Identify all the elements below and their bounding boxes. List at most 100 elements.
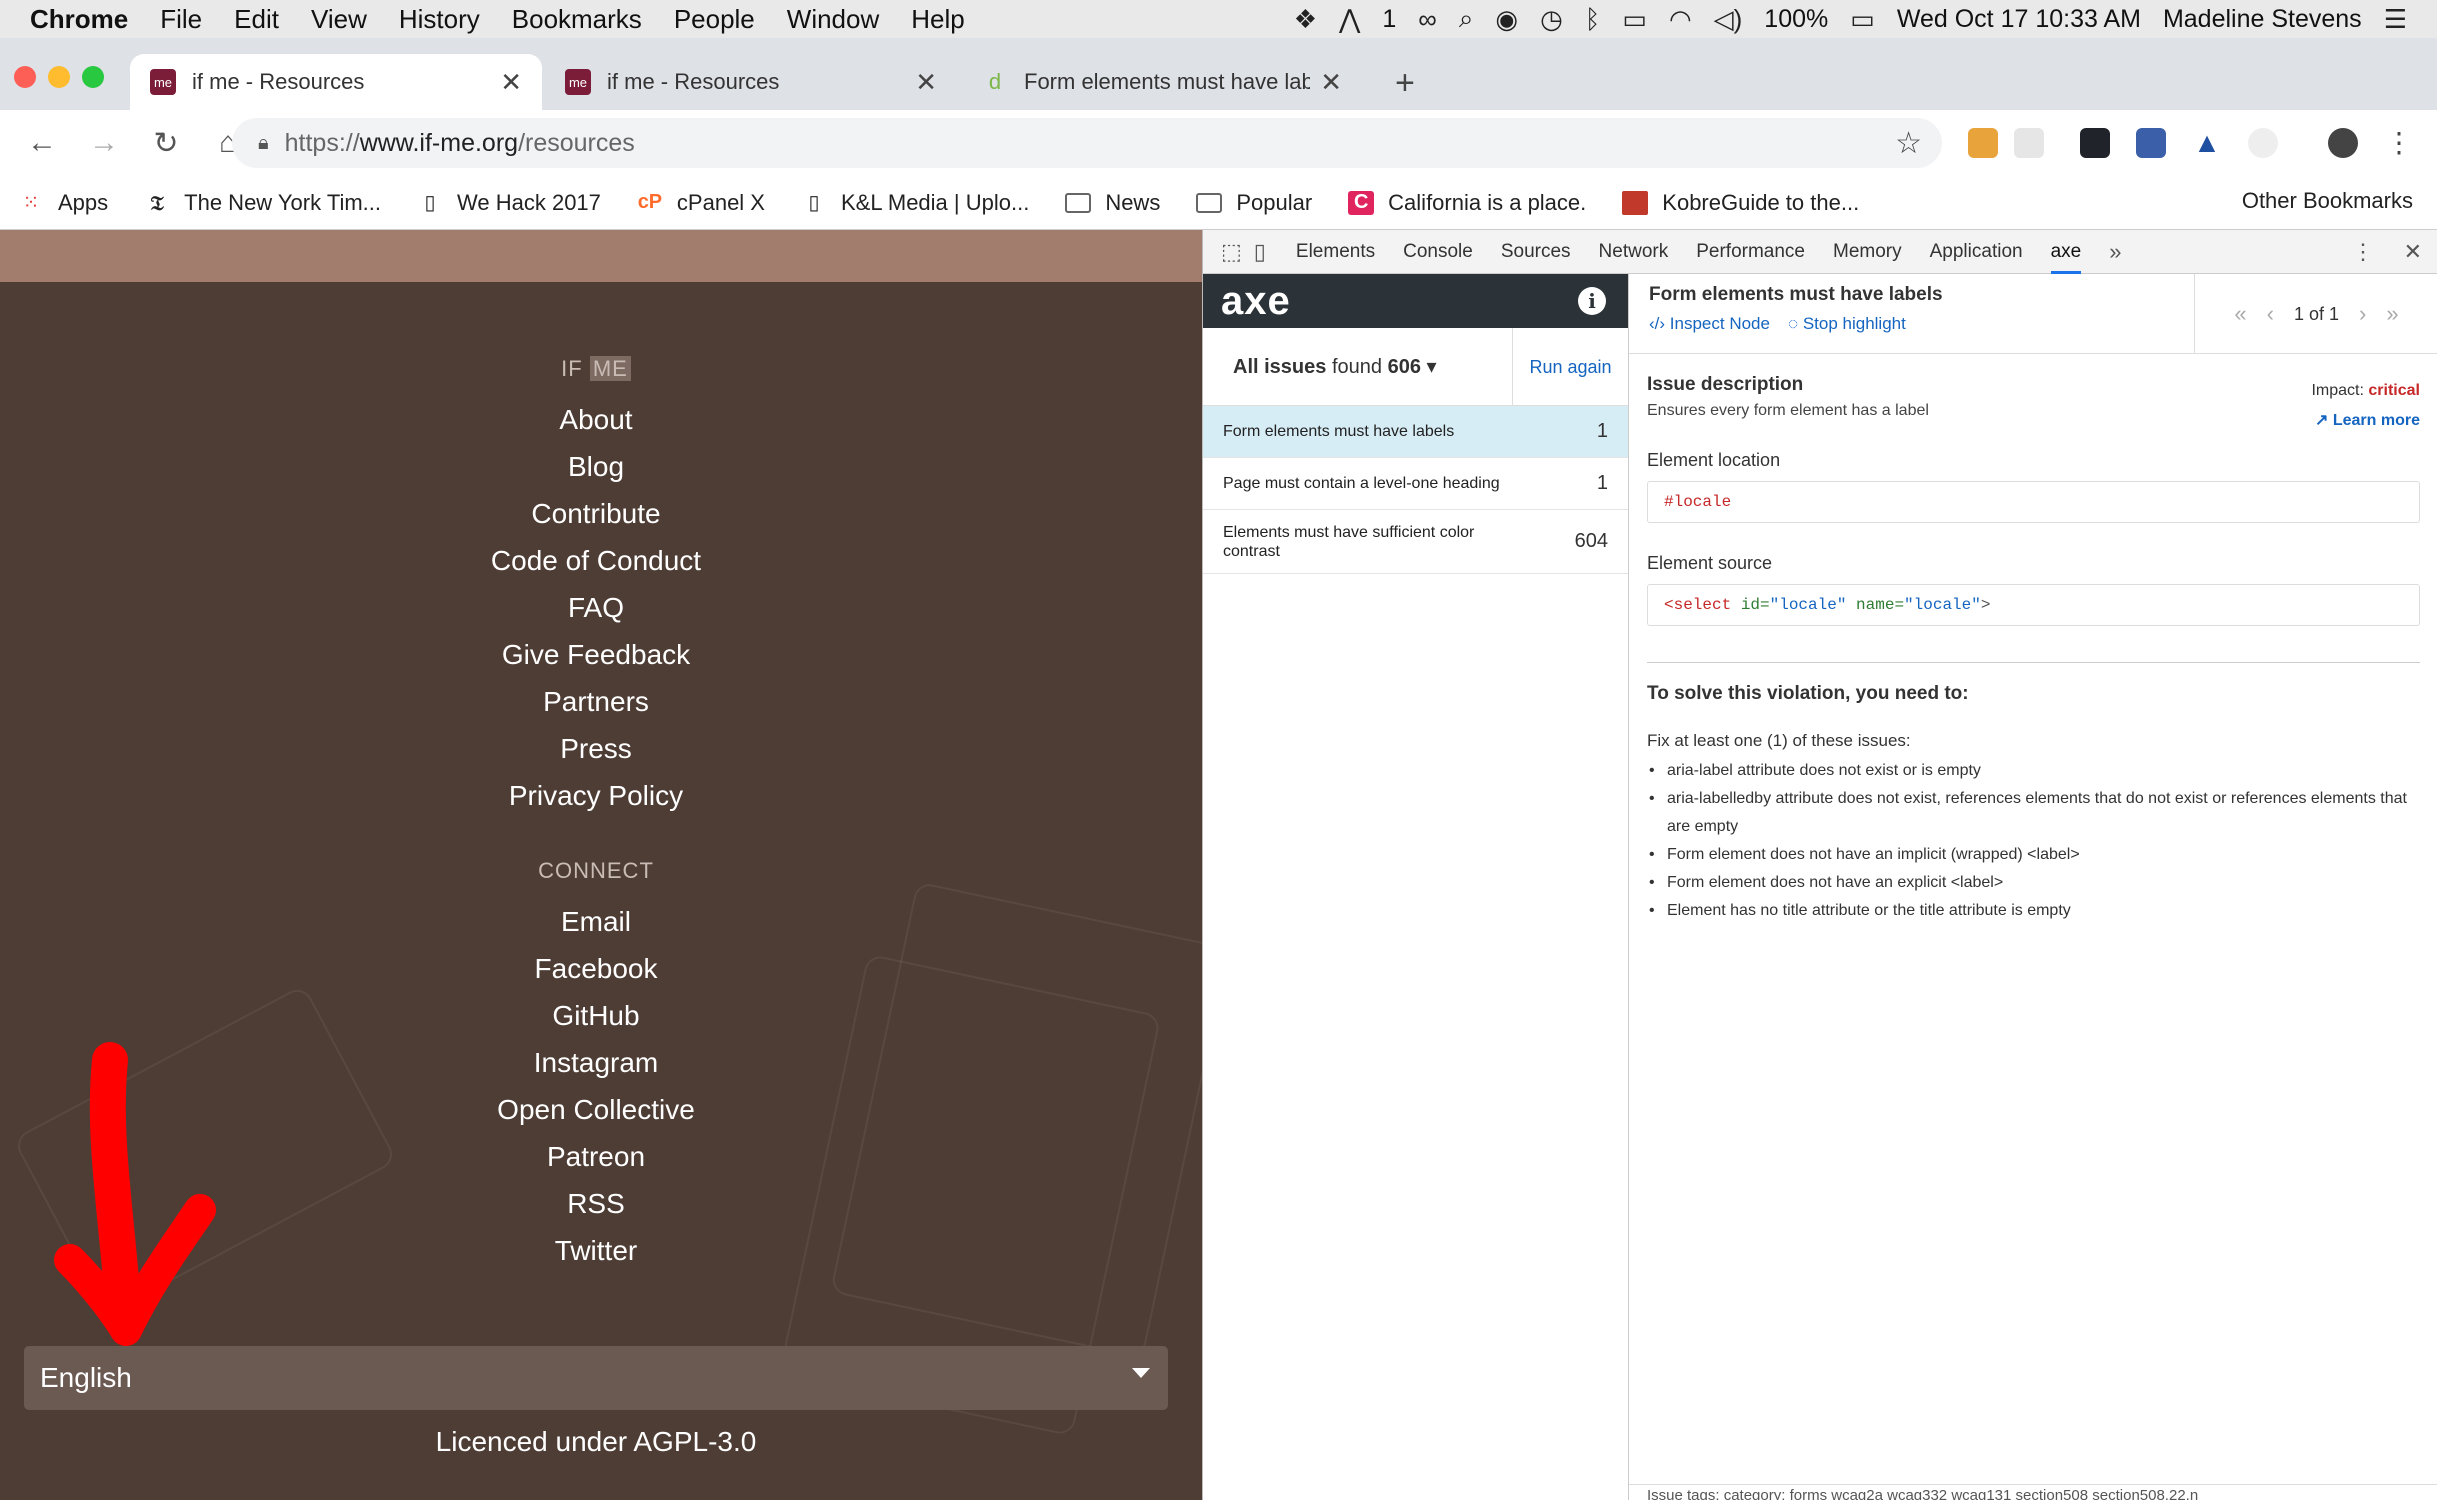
menu-window[interactable]: Window <box>787 4 879 35</box>
menu-file[interactable]: File <box>160 4 202 35</box>
bookmark-kl-media[interactable]: ▯ K&L Media | Uplo... <box>801 190 1029 216</box>
tab-elements[interactable]: Elements <box>1296 241 1375 263</box>
tab-console[interactable]: Console <box>1403 241 1473 263</box>
learn-more-link[interactable]: ↗ Learn more <box>2311 410 2420 430</box>
tab-performance[interactable]: Performance <box>1696 241 1805 263</box>
tab-application[interactable]: Application <box>1930 241 2023 263</box>
element-location-box[interactable]: #locale <box>1647 481 2420 523</box>
stop-highlight-link[interactable]: ◌ Stop highlight <box>1788 314 1906 334</box>
next-page-icon[interactable]: › <box>2359 301 2366 327</box>
time-machine-icon[interactable]: ◷ <box>1540 4 1563 35</box>
bookmark-apps[interactable]: ⁙ Apps <box>18 190 109 216</box>
menu-people[interactable]: People <box>674 4 755 35</box>
tab-form-elements[interactable]: d Form elements must have labe ✕ <box>962 54 1362 110</box>
extension-honey-icon[interactable] <box>1968 128 1998 158</box>
battery-icon[interactable]: ▭ <box>1850 4 1875 35</box>
tab-sources[interactable]: Sources <box>1501 241 1571 263</box>
menu-help[interactable]: Help <box>911 4 964 35</box>
menu-bookmarks[interactable]: Bookmarks <box>512 4 642 35</box>
more-tabs-icon[interactable]: » <box>2109 239 2121 265</box>
bookmark-star-icon[interactable]: ☆ <box>1895 126 1922 161</box>
footer-link-email[interactable]: Email <box>0 898 1192 945</box>
footer-link-contribute[interactable]: Contribute <box>0 490 1192 537</box>
forward-icon[interactable]: → <box>84 126 124 160</box>
zoom-window-button[interactable] <box>82 66 104 88</box>
dropbox-icon[interactable]: ❖ <box>1294 4 1317 35</box>
issue-row-form-labels[interactable]: Form elements must have labels 1 <box>1203 406 1628 458</box>
siri-icon[interactable]: ◉ <box>1495 4 1518 35</box>
menu-history[interactable]: History <box>399 4 480 35</box>
close-tab-icon[interactable]: ✕ <box>915 67 937 98</box>
licence-text: Licenced under AGPL-3.0 <box>435 1426 757 1457</box>
extension-blank-icon[interactable] <box>2014 128 2044 158</box>
footer-link-press[interactable]: Press <box>0 725 1192 772</box>
reload-icon[interactable]: ↻ <box>146 126 186 161</box>
tab-resources-2[interactable]: me if me - Resources ✕ <box>545 54 957 110</box>
volume-icon[interactable]: ◁) <box>1714 4 1743 35</box>
bookmark-folder-news[interactable]: News <box>1065 190 1160 216</box>
footer-link-facebook[interactable]: Facebook <box>0 945 1192 992</box>
close-window-button[interactable] <box>14 66 36 88</box>
user-name[interactable]: Madeline Stevens <box>2163 5 2362 34</box>
wifi-icon[interactable]: ◠ <box>1669 4 1692 35</box>
issue-row-level-one-heading[interactable]: Page must contain a level-one heading 1 <box>1203 458 1628 510</box>
creative-cloud-icon[interactable]: ∞ <box>1418 4 1437 35</box>
chrome-menu-icon[interactable]: ⋮ <box>2384 128 2414 158</box>
lock-icon[interactable]: 🔒︎ <box>258 132 269 155</box>
last-page-icon[interactable]: » <box>2386 301 2398 327</box>
inspect-element-icon[interactable]: ⬚ <box>1221 239 1242 265</box>
footer-link-faq[interactable]: FAQ <box>0 584 1192 631</box>
issue-row-color-contrast[interactable]: Elements must have sufficient color cont… <box>1203 510 1628 574</box>
airplay-icon[interactable]: ▭ <box>1622 4 1647 35</box>
footer-link-partners[interactable]: Partners <box>0 678 1192 725</box>
prev-page-icon[interactable]: ‹ <box>2267 301 2274 327</box>
devtools-menu-icon[interactable]: ⋮ <box>2352 239 2374 265</box>
menu-view[interactable]: View <box>311 4 367 35</box>
address-bar[interactable]: 🔒︎ https:// www.if-me.org /resources ☆ <box>232 118 1942 168</box>
bookmark-folder-popular[interactable]: Popular <box>1196 190 1312 216</box>
footer-link-code-of-conduct[interactable]: Code of Conduct <box>0 537 1192 584</box>
locale-select[interactable]: English <box>24 1346 1168 1410</box>
close-tab-icon[interactable]: ✕ <box>1320 67 1342 98</box>
back-icon[interactable]: ← <box>22 126 62 160</box>
nyt-icon: 𝔗 <box>150 190 164 215</box>
notification-center-icon[interactable]: ☰ <box>2384 4 2407 35</box>
minimize-window-button[interactable] <box>48 66 70 88</box>
adobe-icon[interactable]: ⋀ <box>1339 4 1360 35</box>
element-source-box[interactable]: <select id= "locale" name= "locale" > <box>1647 584 2420 626</box>
spotlight-icon[interactable]: ⌕ <box>1459 3 1474 35</box>
axe-extension-icon[interactable]: ▲ <box>2192 128 2222 158</box>
clock[interactable]: Wed Oct 17 10:33 AM <box>1897 5 2141 34</box>
bookmark-kobreguide[interactable]: KobreGuide to the... <box>1622 190 1859 216</box>
first-page-icon[interactable]: « <box>2234 301 2246 327</box>
bookmark-california[interactable]: C California is a place. <box>1348 190 1586 216</box>
footer-link-give-feedback[interactable]: Give Feedback <box>0 631 1192 678</box>
react-devtools-icon[interactable] <box>2080 128 2110 158</box>
inspect-node-link[interactable]: ‹/› Inspect Node <box>1649 314 1770 334</box>
bluetooth-icon[interactable]: ᛒ <box>1585 4 1601 35</box>
footer-link-blog[interactable]: Blog <box>0 443 1192 490</box>
tab-axe[interactable]: axe <box>2050 241 2082 274</box>
info-icon[interactable]: i <box>1578 287 1606 315</box>
profile-avatar-icon[interactable] <box>2328 128 2358 158</box>
issues-filter-select[interactable]: All issues found 606 ▾ <box>1233 354 1437 379</box>
close-tab-icon[interactable]: ✕ <box>500 67 522 98</box>
tab-memory[interactable]: Memory <box>1833 241 1902 263</box>
menu-app-name[interactable]: Chrome <box>30 4 128 35</box>
tab-resources-1[interactable]: me if me - Resources ✕ <box>130 54 542 110</box>
extension-circle-icon[interactable] <box>2248 128 2278 158</box>
bookmark-nyt[interactable]: 𝔗 The New York Tim... <box>144 190 382 216</box>
bookmark-cpanel[interactable]: cP cPanel X <box>637 190 765 216</box>
other-bookmarks[interactable]: Other Bookmarks <box>2228 188 2413 214</box>
device-toolbar-icon[interactable]: ▯ <box>1254 239 1266 265</box>
footer-link-about[interactable]: About <box>0 396 1192 443</box>
new-tab-icon[interactable]: + <box>1395 64 1415 103</box>
menu-edit[interactable]: Edit <box>234 4 279 35</box>
run-again-button[interactable]: Run again <box>1512 328 1628 406</box>
close-devtools-icon[interactable]: ✕ <box>2404 239 2422 265</box>
tab-network[interactable]: Network <box>1599 241 1669 263</box>
clockify-icon[interactable] <box>2136 128 2166 158</box>
chevron-down-icon: ▾ <box>1426 356 1437 378</box>
bookmark-we-hack[interactable]: ▯ We Hack 2017 <box>417 190 601 216</box>
footer-link-privacy-policy[interactable]: Privacy Policy <box>0 772 1192 819</box>
